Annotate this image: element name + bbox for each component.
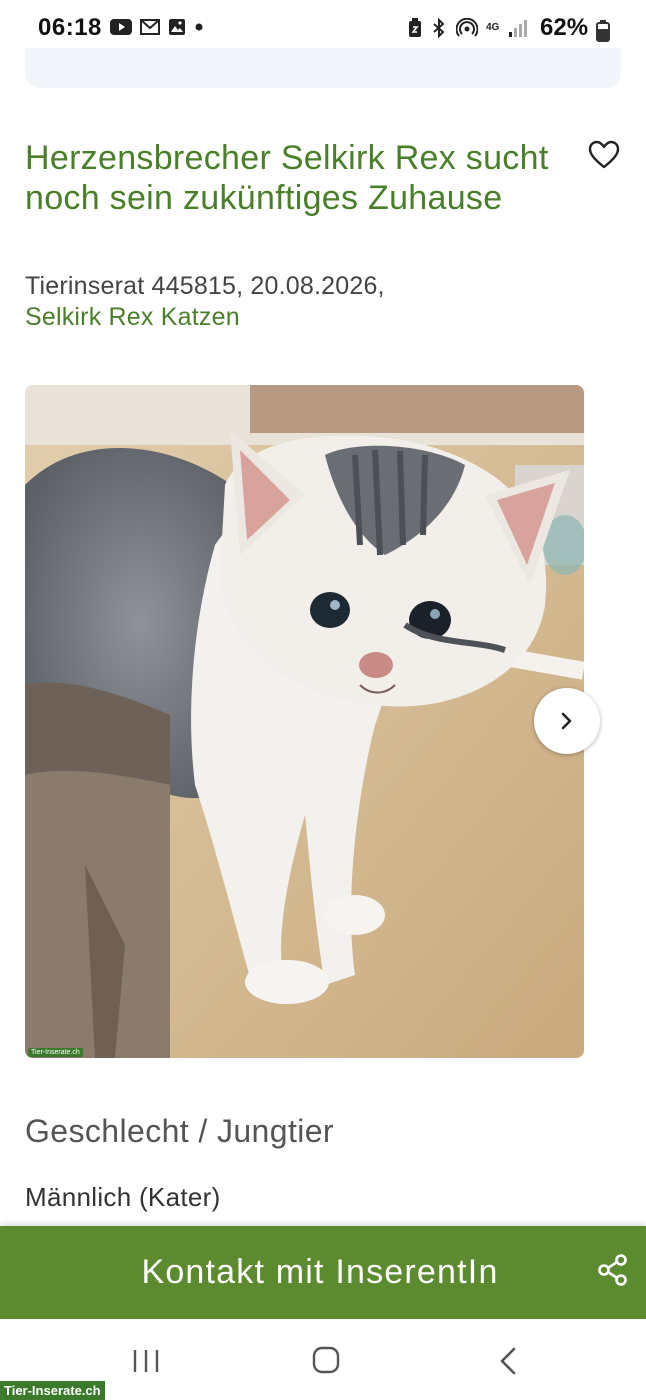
next-photo-button[interactable] [534,688,600,754]
category-link[interactable]: Selkirk Rex Katzen [25,303,240,332]
detail-value: Männlich (Kater) [25,1182,221,1212]
contact-button[interactable]: Kontakt mit InserentIn [0,1226,646,1319]
detail-heading: Geschlecht / Jungtier [25,1113,334,1149]
youtube-icon [110,19,132,35]
kitten-photo [25,385,584,1058]
listing-title: Herzensbrecher Selkirk Rex sucht noch se… [25,139,549,217]
system-icons: 4G [408,18,528,38]
network-type-icon: 4G [486,22,500,33]
listing-photo[interactable] [25,385,584,1058]
listing-meta: Tierinserat 445815, 20.08.2026, [25,272,385,300]
battery-percent: 62% [540,14,589,41]
battery-icon [596,20,610,42]
status-time: 06:18 [38,14,102,41]
chevron-right-icon [561,712,572,730]
recent-apps-icon[interactable] [132,1348,160,1374]
share-icon[interactable] [598,1254,628,1286]
hotspot-icon [456,18,478,37]
favorite-heart-icon[interactable] [588,140,620,170]
footer-watermark: Tier-Inserate.ch [0,1381,105,1400]
gallery-icon [169,19,185,35]
dot-icon [195,23,203,31]
bluetooth-icon [433,18,445,38]
battery-saver-icon [409,18,421,37]
signal-icon [509,20,527,37]
contact-button-label: Kontakt mit InserentIn [141,1253,499,1291]
gmail-icon [140,19,160,35]
back-icon[interactable] [498,1346,518,1376]
photo-watermark: Tier-Inserate.ch [28,1048,83,1057]
previous-card [25,48,621,88]
home-icon[interactable] [312,1346,340,1374]
notification-icons [110,18,204,36]
